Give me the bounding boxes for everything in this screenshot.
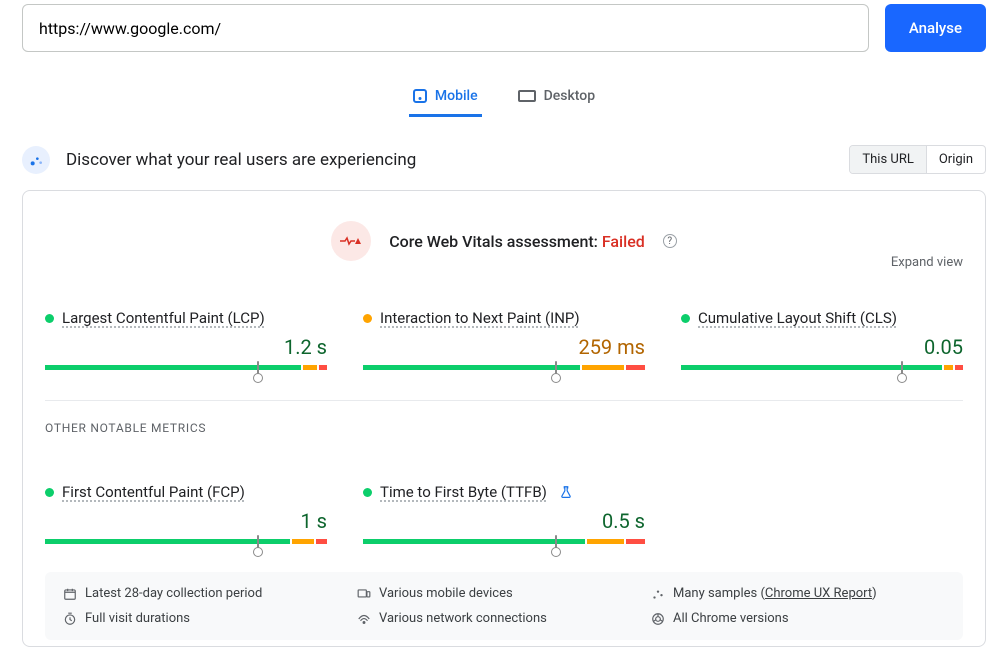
- url-input[interactable]: [22, 4, 869, 52]
- metric-lcp-value: 1.2 s: [45, 335, 327, 359]
- marker-icon: [257, 535, 259, 549]
- toggle-origin[interactable]: Origin: [926, 146, 985, 173]
- marker-icon: [901, 361, 903, 375]
- network-icon: [357, 612, 371, 626]
- tab-desktop-label: Desktop: [544, 88, 595, 104]
- metric-ttfb-bar: [363, 539, 645, 544]
- metric-lcp-bar: [45, 365, 327, 370]
- help-icon[interactable]: ?: [663, 234, 677, 248]
- marker-icon: [555, 535, 557, 549]
- discover-icon: [22, 146, 50, 174]
- collection-info: Latest 28-day collection period Various …: [45, 572, 963, 640]
- metric-inp[interactable]: Interaction to Next Paint (INP) 259 ms: [363, 309, 645, 370]
- desktop-icon: [518, 90, 536, 102]
- assessment-title: Core Web Vitals assessment: Failed: [389, 232, 645, 251]
- marker-icon: [555, 361, 557, 375]
- status-dot-icon: [681, 314, 690, 323]
- tab-mobile[interactable]: Mobile: [409, 80, 482, 117]
- info-versions: All Chrome versions: [651, 611, 945, 626]
- discover-title: Discover what your real users are experi…: [66, 150, 833, 170]
- mobile-icon: [413, 89, 427, 103]
- metric-fcp-bar: [45, 539, 327, 544]
- metric-fcp[interactable]: First Contentful Paint (FCP) 1 s: [45, 483, 327, 544]
- metric-ttfb-value: 0.5 s: [363, 509, 645, 533]
- metric-lcp-name: Largest Contentful Paint (LCP): [62, 309, 265, 327]
- status-dot-icon: [45, 314, 54, 323]
- assessment-status: Failed: [602, 232, 645, 251]
- metric-fcp-name: First Contentful Paint (FCP): [62, 483, 245, 501]
- metric-cls-bar: [681, 365, 963, 370]
- marker-icon: [257, 361, 259, 375]
- metric-lcp[interactable]: Largest Contentful Paint (LCP) 1.2 s: [45, 309, 327, 370]
- status-dot-icon: [45, 488, 54, 497]
- timer-icon: [63, 612, 77, 626]
- tab-desktop[interactable]: Desktop: [514, 80, 599, 117]
- flask-icon: [559, 485, 573, 499]
- metric-cls[interactable]: Cumulative Layout Shift (CLS) 0.05: [681, 309, 963, 370]
- calendar-icon: [63, 587, 77, 601]
- info-durations: Full visit durations: [63, 611, 357, 626]
- status-dot-icon: [363, 314, 372, 323]
- info-samples: Many samples (Chrome UX Report): [651, 586, 945, 601]
- url-origin-toggle: This URL Origin: [849, 145, 986, 174]
- metric-cls-name: Cumulative Layout Shift (CLS): [698, 309, 897, 327]
- toggle-this-url[interactable]: This URL: [850, 146, 925, 173]
- expand-view-link[interactable]: Expand view: [891, 255, 963, 270]
- info-connections: Various network connections: [357, 611, 651, 626]
- metric-cls-value: 0.05: [681, 335, 963, 359]
- metric-ttfb[interactable]: Time to First Byte (TTFB) 0.5 s: [363, 483, 645, 544]
- fail-icon: [331, 221, 371, 261]
- separator: [45, 400, 963, 401]
- tab-mobile-label: Mobile: [435, 88, 478, 104]
- metric-fcp-value: 1 s: [45, 509, 327, 533]
- info-period: Latest 28-day collection period: [63, 586, 357, 601]
- metric-ttfb-name: Time to First Byte (TTFB): [380, 483, 547, 501]
- devices-icon: [357, 587, 371, 601]
- metric-inp-value: 259 ms: [363, 335, 645, 359]
- device-tabs: Mobile Desktop: [22, 80, 986, 117]
- assessment-label: Core Web Vitals assessment:: [389, 232, 598, 251]
- info-devices: Various mobile devices: [357, 586, 651, 601]
- vitals-card: Core Web Vitals assessment: Failed ? Exp…: [22, 190, 986, 647]
- metric-inp-name: Interaction to Next Paint (INP): [380, 309, 580, 327]
- analyse-button[interactable]: Analyse: [885, 4, 986, 52]
- chrome-icon: [651, 612, 665, 626]
- crux-report-link[interactable]: Chrome UX Report: [765, 586, 872, 601]
- other-metrics-heading: OTHER NOTABLE METRICS: [45, 421, 963, 435]
- metric-inp-bar: [363, 365, 645, 370]
- status-dot-icon: [363, 488, 372, 497]
- scatter-icon: [651, 587, 665, 601]
